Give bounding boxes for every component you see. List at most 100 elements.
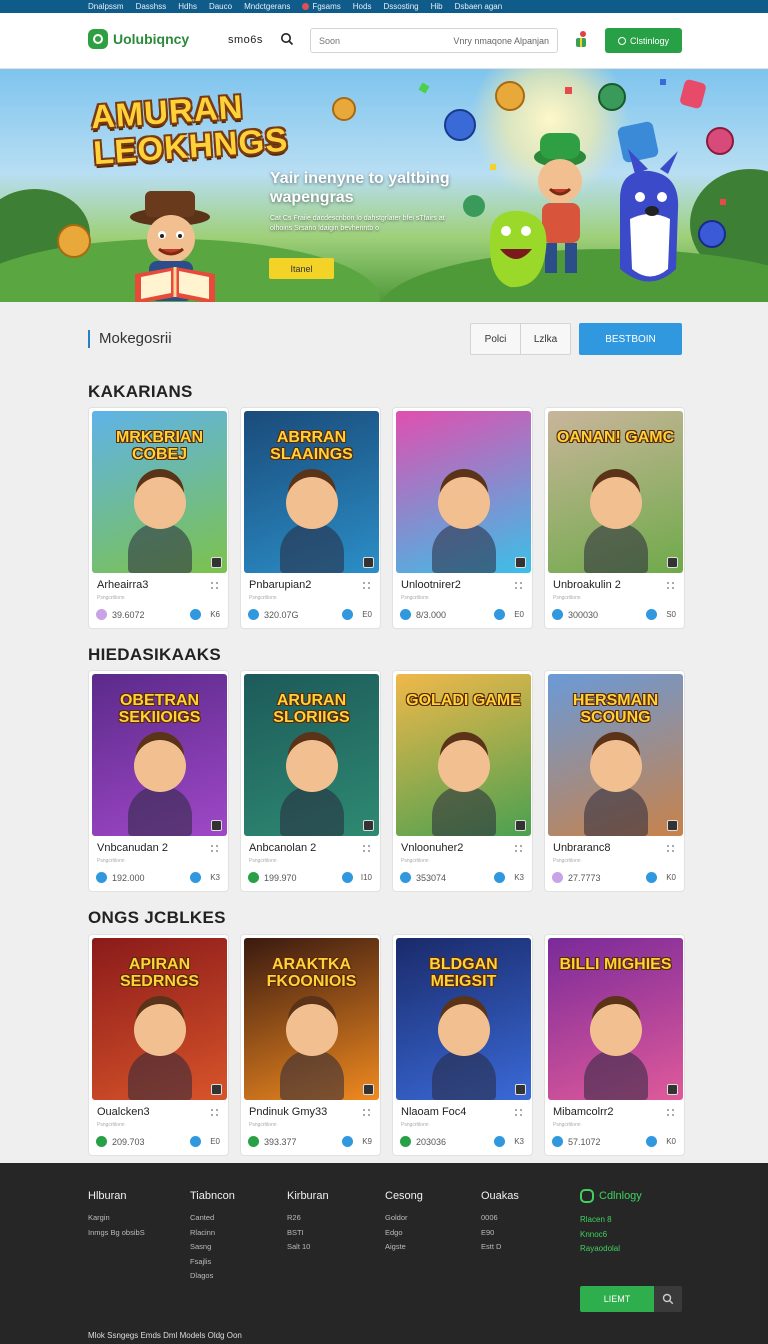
footer-green-link[interactable]: Rlacen 8 (580, 1213, 620, 1228)
game-cover-art[interactable]: OANAN! GAMC (548, 411, 683, 573)
game-name[interactable]: Arheairra3 (97, 579, 148, 591)
subscribe-button[interactable]: LIEMT (580, 1286, 654, 1312)
footer-column: Cesong Goldor Edgo Aigste (385, 1190, 423, 1255)
top-link[interactable]: Dssosting (383, 2, 418, 11)
more-options-icon[interactable] (667, 845, 675, 853)
footer-link[interactable]: Aigste (385, 1240, 423, 1255)
game-name[interactable]: Anbcanolan 2 (249, 842, 316, 854)
game-card[interactable]: BLDGAN MEIGSIT Nlaoam Foc4 Psngcrtilonn 203… (392, 934, 533, 1156)
footer-link[interactable]: Salt 10 (287, 1240, 329, 1255)
game-cover-art[interactable]: HERSMAIN SCOUNG (548, 674, 683, 836)
top-link-with-dot[interactable]: Fgsams (302, 2, 341, 11)
game-card[interactable]: OBETRAN SEKIIOIGS Vnbcanudan 2 Psngcrtilon… (88, 670, 229, 892)
game-cover-art[interactable]: OBETRAN SEKIIOIGS (92, 674, 227, 836)
top-link[interactable]: Hib (431, 2, 443, 11)
more-options-icon[interactable] (667, 582, 675, 590)
more-options-icon[interactable] (363, 582, 371, 590)
top-link[interactable]: Dauco (209, 2, 232, 11)
footer-heading: Tiabncon (190, 1190, 235, 1202)
footer-link[interactable]: Edgo (385, 1226, 423, 1241)
game-card[interactable]: HERSMAIN SCOUNG Unbraranc8 Psngcrtilonn 27.… (544, 670, 685, 892)
more-options-icon[interactable] (211, 845, 219, 853)
footer-green-link[interactable]: Knnoc6 (580, 1228, 620, 1243)
game-meta: Psngcrtilonn (249, 1122, 277, 1128)
game-cover-art[interactable]: GOLADI GAME (396, 674, 531, 836)
game-name[interactable]: Pnbarupian2 (249, 579, 311, 591)
game-card[interactable]: ARURAN SLORIIGS Anbcanolan 2 Psngcrtilonn 1… (240, 670, 381, 892)
game-cover-art[interactable]: APIRAN SEDRNGS (92, 938, 227, 1100)
character-head (286, 740, 338, 792)
more-options-icon[interactable] (515, 1109, 523, 1117)
top-link[interactable]: Mndctgerans (244, 2, 290, 11)
segment-option[interactable]: Lzlka (520, 324, 570, 354)
more-options-icon[interactable] (667, 1109, 675, 1117)
game-card[interactable]: APIRAN SEDRNGS Oualcken3 Psngcrtilonn 209.7… (88, 934, 229, 1156)
more-options-icon[interactable] (363, 845, 371, 853)
game-card[interactable]: GOLADI GAME Vnloonuher2 Psngcrtilonn 353074… (392, 670, 533, 892)
footer-link[interactable]: Estt D (481, 1240, 519, 1255)
footer-link[interactable]: Goldor (385, 1211, 423, 1226)
search-field[interactable]: Vnry nmaqone Alpanjan (310, 28, 558, 53)
footer-link[interactable]: Sasng (190, 1240, 235, 1255)
more-options-icon[interactable] (211, 1109, 219, 1117)
site-logo[interactable]: Uolubiqncy (88, 29, 189, 49)
footer-search-button[interactable] (654, 1286, 682, 1312)
game-name[interactable]: Unlootnirer2 (401, 579, 461, 591)
game-card[interactable]: ABRRAN SLAAINGS Pnbarupian2 Psngcrtilonn 32… (240, 407, 381, 629)
primary-action-button[interactable]: BESTBOIN (579, 323, 682, 355)
game-name[interactable]: Unbroakulin 2 (553, 579, 621, 591)
more-options-icon[interactable] (515, 845, 523, 853)
footer-link[interactable]: R26 (287, 1211, 329, 1226)
players-icon (552, 872, 563, 883)
segment-option[interactable]: Polci (471, 324, 520, 354)
footer-link[interactable]: E90 (481, 1226, 519, 1241)
game-name[interactable]: Nlaoam Foc4 (401, 1106, 466, 1118)
game-card[interactable]: OANAN! GAMC Unbroakulin 2 Psngcrtilonn 3000… (544, 407, 685, 629)
hero-cta-button[interactable]: Itanel (269, 258, 334, 279)
footer-green-link[interactable]: Rayaodolal (580, 1242, 620, 1257)
nav-link[interactable]: smo6s (228, 34, 263, 46)
game-name[interactable]: Vnbcanudan 2 (97, 842, 168, 854)
footer-link[interactable]: Canted (190, 1211, 235, 1226)
game-card[interactable]: MRKBRIAN COBEJ Arheairra3 Psngcrtilonn 39.6… (88, 407, 229, 629)
top-link[interactable]: Dasshss (136, 2, 167, 11)
game-cover-art[interactable]: ARAKTKA FKOONIOIS (244, 938, 379, 1100)
game-cover-art[interactable]: BILLI MIGHIES (548, 938, 683, 1100)
game-name[interactable]: Pndinuk Gmy33 (249, 1106, 327, 1118)
footer-link[interactable]: Fsajlis (190, 1255, 235, 1270)
footer-link[interactable]: Kargin (88, 1211, 145, 1226)
search-input[interactable] (311, 29, 431, 52)
game-card[interactable]: Unlootnirer2 Psngcrtilonn 8/3.000 E0 (392, 407, 533, 629)
login-button[interactable]: Clstinlogy (605, 28, 682, 53)
footer-link[interactable]: BSTI (287, 1226, 329, 1241)
top-link[interactable]: Dnalpssm (88, 2, 124, 11)
game-cover-art[interactable]: MRKBRIAN COBEJ (92, 411, 227, 573)
category-label: Mokegosrii (88, 330, 172, 348)
footer-link[interactable]: Dlagos (190, 1269, 235, 1284)
game-cover-art[interactable]: ABRRAN SLAAINGS (244, 411, 379, 573)
game-name[interactable]: Mibamcolrr2 (553, 1106, 614, 1118)
gift-icon[interactable] (574, 30, 590, 48)
game-card[interactable]: ARAKTKA FKOONIOIS Pndinuk Gmy33 Psngcrtilo… (240, 934, 381, 1156)
stats-row: 57.1072 K0 (552, 1136, 678, 1148)
game-cover-art[interactable]: ARURAN SLORIIGS (244, 674, 379, 836)
search-icon[interactable] (280, 32, 294, 46)
footer-link[interactable]: Rlacinn (190, 1226, 235, 1241)
top-link[interactable]: Dsbaen agan (455, 2, 503, 11)
footer-bottom-links[interactable]: Mlok Ssngegs Emds Dml Models Oldg Oon (88, 1331, 242, 1340)
game-cover-art[interactable]: BLDGAN MEIGSIT (396, 938, 531, 1100)
more-options-icon[interactable] (363, 1109, 371, 1117)
top-link[interactable]: Hods (353, 2, 372, 11)
players-icon (248, 872, 259, 883)
game-name[interactable]: Oualcken3 (97, 1106, 150, 1118)
footer-link[interactable]: 0006 (481, 1211, 519, 1226)
game-cover-art[interactable] (396, 411, 531, 573)
more-options-icon[interactable] (211, 582, 219, 590)
game-card[interactable]: BILLI MIGHIES Mibamcolrr2 Psngcrtilonn 57.1… (544, 934, 685, 1156)
footer-logo[interactable]: Cdlnlogy (580, 1189, 642, 1203)
game-name[interactable]: Vnloonuher2 (401, 842, 463, 854)
game-name[interactable]: Unbraranc8 (553, 842, 610, 854)
footer-link[interactable]: Inmgs Bg obsibS (88, 1226, 145, 1241)
more-options-icon[interactable] (515, 582, 523, 590)
top-link[interactable]: Hdhs (178, 2, 197, 11)
